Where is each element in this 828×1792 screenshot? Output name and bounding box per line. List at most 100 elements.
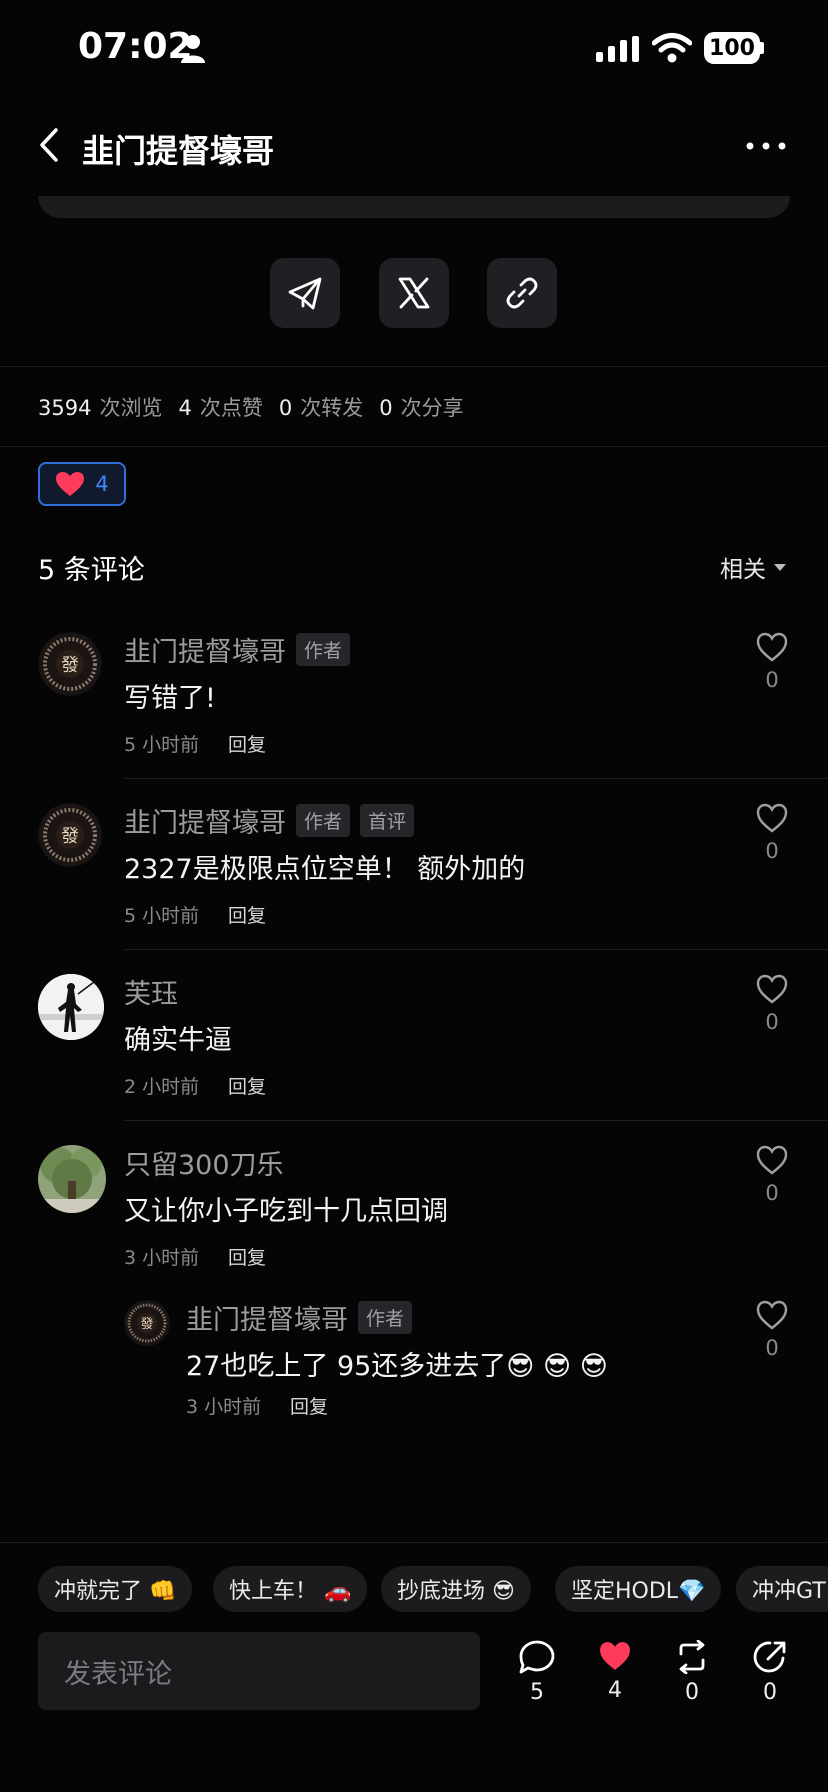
comment-author[interactable]: 韭门提督壕哥: [124, 630, 286, 669]
comment-author[interactable]: 芙珏: [124, 979, 178, 1010]
sort-label: 相关: [720, 557, 766, 583]
avatar-tree-image: [38, 1145, 106, 1213]
quick-reply-chip[interactable]: 坚定HODL💎: [555, 1566, 722, 1612]
shares-label: 次分享: [400, 396, 464, 420]
share-x-button[interactable]: [379, 258, 449, 328]
content-card-bottom: [38, 196, 790, 218]
comment-author[interactable]: 只留300刀乐: [124, 1150, 284, 1181]
avatar[interactable]: [38, 1145, 106, 1213]
share-action[interactable]: 0: [745, 1640, 795, 1705]
shares-action-count: 0: [763, 1680, 777, 1705]
reposts-label: 次转发: [300, 396, 364, 420]
reply-button[interactable]: 回复: [290, 1392, 328, 1419]
comment-separator: [124, 949, 828, 950]
quick-reply-chip[interactable]: 冲冲GT: [736, 1566, 828, 1612]
likes-count: 4: [178, 396, 192, 420]
comment-time: 5 小时前: [124, 905, 200, 927]
reposts-action-count: 0: [685, 1680, 699, 1705]
more-options-icon[interactable]: [746, 140, 786, 152]
quick-reply-chip[interactable]: 抄底进场 😎: [381, 1566, 531, 1612]
heart-outline-icon[interactable]: [756, 1300, 788, 1330]
comment-like-count: 0: [765, 839, 779, 863]
caret-down-icon: [774, 563, 786, 571]
comment-header: 韭门提督壕哥 作者 首评: [124, 801, 415, 840]
share-arrow-icon: [753, 1641, 786, 1673]
wifi-icon: [652, 33, 692, 63]
svg-text:發: 發: [61, 826, 79, 847]
divider: [0, 446, 828, 447]
views-label: 次浏览: [99, 396, 163, 420]
avatar-seal-image: 發: [39, 804, 101, 866]
comment-time: 3 小时前: [124, 1247, 200, 1269]
avatar[interactable]: 發: [124, 1300, 170, 1346]
comment-header: 只留300刀乐: [124, 1143, 284, 1182]
x-logo-icon: [398, 277, 430, 309]
comments-title: 5 条评论: [38, 555, 145, 586]
comment-text: 确实牛逼: [124, 1025, 232, 1056]
comment-bubble-icon: [519, 1640, 555, 1674]
reply-button[interactable]: 回复: [228, 901, 266, 928]
share-telegram-button[interactable]: [270, 258, 340, 328]
author-tag: 作者: [296, 633, 351, 666]
heart-filled-icon: [56, 472, 85, 496]
comment-like-count: 0: [765, 1336, 779, 1360]
svg-text:發: 發: [141, 1317, 154, 1332]
reply-author[interactable]: 韭门提督壕哥: [186, 1298, 348, 1337]
comment-time: 5 小时前: [124, 734, 200, 756]
battery-tip: [760, 42, 764, 54]
comments-count: 5: [530, 1680, 544, 1705]
back-arrow-icon[interactable]: [36, 126, 64, 164]
svg-text:發: 發: [61, 655, 79, 676]
comment-header: 芙珏: [124, 972, 178, 1011]
status-time: 07:02: [78, 26, 193, 67]
avatar-seal-image: 發: [124, 1300, 170, 1346]
quick-reply-chip[interactable]: 冲就完了 👊: [38, 1566, 193, 1612]
avatar[interactable]: 發: [38, 803, 102, 867]
sort-dropdown[interactable]: 相关: [720, 550, 786, 584]
reaction-like-chip[interactable]: 4: [38, 462, 126, 506]
avatar[interactable]: 發: [38, 632, 102, 696]
reply-button[interactable]: 回复: [228, 1072, 266, 1099]
heart-filled-icon: [600, 1642, 630, 1670]
post-stats: 3594 次浏览 4 次点赞 0 次转发 0 次分享: [38, 392, 480, 422]
signal-icon: [596, 36, 639, 62]
reply-time: 3 小时前: [186, 1396, 262, 1418]
comment-text: 又让你小子吃到十几点回调: [124, 1196, 448, 1227]
first-comment-tag: 首评: [360, 804, 415, 837]
heart-outline-icon[interactable]: [756, 632, 788, 662]
comments-action[interactable]: 5: [512, 1640, 562, 1705]
comment-like-count: 0: [765, 1010, 779, 1034]
comment-author[interactable]: 韭门提督壕哥: [124, 801, 286, 840]
likes-action-count: 4: [608, 1678, 622, 1703]
comment-time: 2 小时前: [124, 1076, 200, 1098]
reply-button[interactable]: 回复: [228, 1243, 266, 1270]
reply-text: 27也吃上了 95还多进去了😎 😎 😎: [186, 1351, 608, 1382]
page-title: 韭门提督壕哥: [82, 132, 275, 170]
shares-count: 0: [379, 396, 393, 420]
heart-outline-icon[interactable]: [756, 974, 788, 1004]
bottom-bar-divider: [0, 1542, 828, 1543]
reply-button[interactable]: 回复: [228, 730, 266, 757]
comment-header: 韭门提督壕哥 作者: [124, 630, 351, 669]
reply-header: 韭门提督壕哥 作者: [186, 1298, 413, 1337]
avatar[interactable]: [38, 974, 104, 1040]
comment-input[interactable]: 发表评论: [38, 1632, 480, 1710]
comment-separator: [124, 778, 828, 779]
quick-reply-chip[interactable]: 快上车！ 🚗: [213, 1566, 368, 1612]
repost-icon: [679, 1640, 705, 1674]
comment-text: 写错了!: [124, 683, 216, 714]
copy-link-button[interactable]: [487, 258, 557, 328]
views-count: 3594: [38, 396, 92, 420]
comment-like-count: 0: [765, 668, 779, 692]
avatar-figure-image: [38, 974, 104, 1040]
heart-outline-icon[interactable]: [756, 1145, 788, 1175]
telegram-icon: [288, 277, 322, 310]
avatar-seal-image: 發: [39, 633, 101, 695]
repost-action[interactable]: 0: [667, 1640, 717, 1705]
like-action[interactable]: 4: [590, 1640, 640, 1703]
link-icon: [506, 277, 538, 309]
reposts-count: 0: [278, 396, 293, 420]
author-tag: 作者: [296, 804, 351, 837]
heart-outline-icon[interactable]: [756, 803, 788, 833]
person-icon: [181, 35, 205, 63]
